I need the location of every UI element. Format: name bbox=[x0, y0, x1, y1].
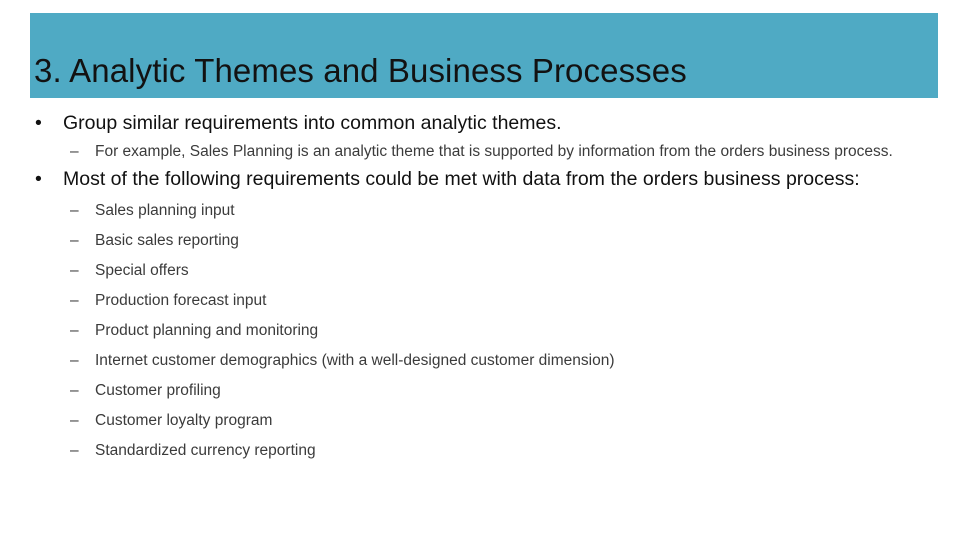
sub-bullet-item-text: For example, Sales Planning is an analyt… bbox=[95, 143, 893, 160]
list-item: – Product planning and monitoring bbox=[0, 316, 960, 346]
list-item-text: Internet customer demographics (with a w… bbox=[95, 352, 615, 369]
list-item-text: Production forecast input bbox=[95, 292, 267, 309]
list-item: – Internet customer demographics (with a… bbox=[0, 346, 960, 376]
bullet-item-text: Group similar requirements into common a… bbox=[63, 112, 562, 134]
list-item-text: Customer loyalty program bbox=[95, 412, 273, 429]
list-item: – Standardized currency reporting bbox=[0, 436, 960, 466]
dash-icon: – bbox=[70, 202, 79, 219]
list-item-text: Basic sales reporting bbox=[95, 232, 239, 249]
bullet-dot-icon: • bbox=[35, 112, 42, 134]
dash-icon: – bbox=[70, 352, 79, 369]
bullet-item-text: Most of the following requirements could… bbox=[63, 168, 860, 190]
bullet-dot-icon: • bbox=[35, 168, 42, 190]
list-item: – Special offers bbox=[0, 256, 960, 286]
list-item: – Customer profiling bbox=[0, 376, 960, 406]
slide: 3. Analytic Themes and Business Processe… bbox=[0, 0, 960, 540]
list-item: – Production forecast input bbox=[0, 286, 960, 316]
dash-icon: – bbox=[70, 382, 79, 399]
list-item-text: Special offers bbox=[95, 262, 189, 279]
bullet-list-level2-requirements: – Sales planning input – Basic sales rep… bbox=[0, 196, 960, 466]
page-title: 3. Analytic Themes and Business Processe… bbox=[34, 52, 687, 90]
dash-icon: – bbox=[70, 322, 79, 339]
list-item-text: Product planning and monitoring bbox=[95, 322, 319, 339]
list-item: – Sales planning input bbox=[0, 196, 960, 226]
dash-icon: – bbox=[70, 412, 79, 429]
bullet-list-level2-example: – For example, Sales Planning is an anal… bbox=[0, 140, 960, 164]
bullet-list-level1: • Group similar requirements into common… bbox=[0, 108, 960, 466]
list-item-text: Standardized currency reporting bbox=[95, 442, 316, 459]
dash-icon: – bbox=[70, 143, 79, 160]
dash-icon: – bbox=[70, 292, 79, 309]
slide-body: • Group similar requirements into common… bbox=[0, 108, 960, 540]
list-item-text: Sales planning input bbox=[95, 202, 235, 219]
sub-bullet-item-example: – For example, Sales Planning is an anal… bbox=[0, 140, 960, 164]
dash-icon: – bbox=[70, 232, 79, 249]
list-item-text: Customer profiling bbox=[95, 382, 221, 399]
bullet-item-orders-process: • Most of the following requirements cou… bbox=[0, 164, 960, 194]
list-item: – Basic sales reporting bbox=[0, 226, 960, 256]
list-item: – Customer loyalty program bbox=[0, 406, 960, 436]
dash-icon: – bbox=[70, 262, 79, 279]
dash-icon: – bbox=[70, 442, 79, 459]
bullet-item-group-themes: • Group similar requirements into common… bbox=[0, 108, 960, 138]
